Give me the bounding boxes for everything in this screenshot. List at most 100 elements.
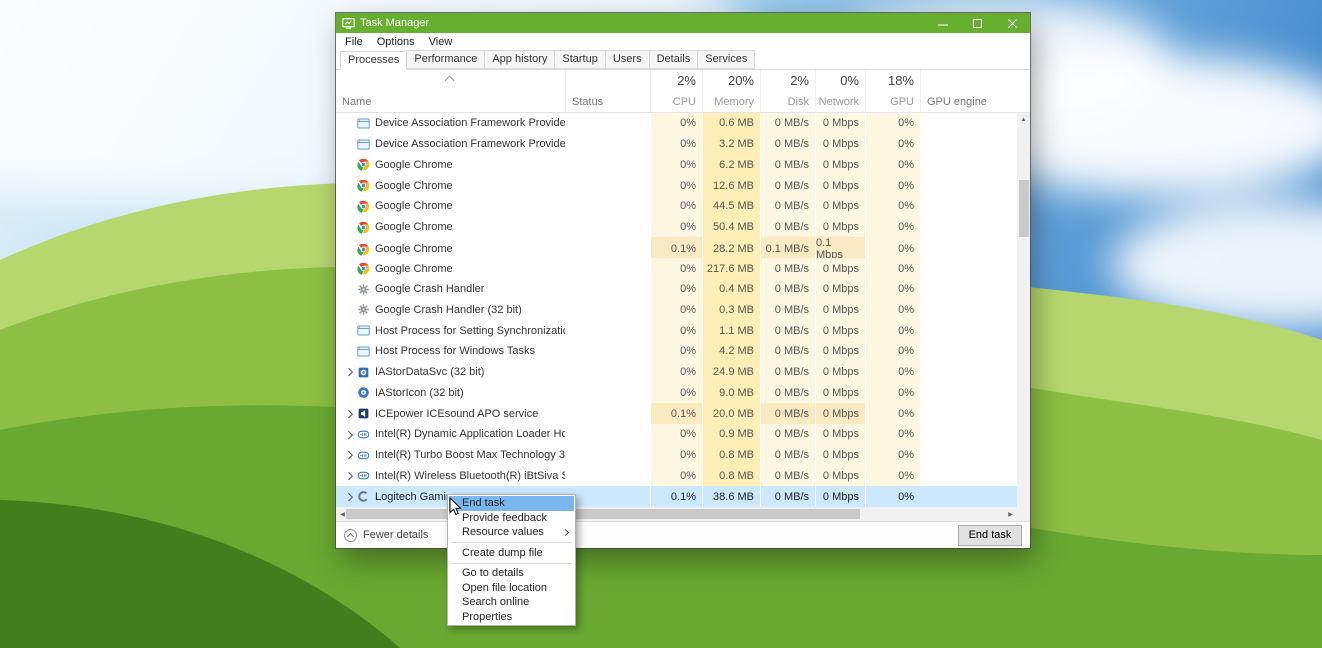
expand-chevron-icon[interactable]	[342, 465, 356, 486]
context-menu-item-go-to-details[interactable]: Go to details	[449, 566, 574, 581]
status-cell	[565, 320, 650, 341]
tab-strip: ProcessesPerformanceApp historyStartupUs…	[336, 51, 1030, 70]
context-menu-item-properties[interactable]: Properties	[449, 610, 574, 625]
context-menu-item-open-file-location[interactable]: Open file location	[449, 581, 574, 596]
context-menu-item-create-dump-file[interactable]: Create dump file	[449, 546, 574, 561]
table-row[interactable]: Google Chrome0%50.4 MB0 MB/s0 Mbps0%	[336, 217, 1017, 238]
memory-cell: 50.4 MB	[702, 217, 760, 238]
column-label-gpu: GPU	[890, 96, 914, 108]
table-row[interactable]: Host Process for Windows Tasks0%4.2 MB0 …	[336, 341, 1017, 362]
context-menu-item-resource-values[interactable]: Resource values	[449, 525, 574, 540]
table-row[interactable]: Host Process for Setting Synchronization…	[336, 320, 1017, 341]
fewer-details-label: Fewer details	[363, 529, 428, 541]
menu-item-label: End task	[462, 497, 505, 509]
table-row[interactable]: IAStorDataSvc (32 bit)0%24.9 MB0 MB/s0 M…	[336, 362, 1017, 383]
process-name: Intel(R) Dynamic Application Loader Host…	[375, 428, 565, 440]
expand-chevron-icon[interactable]	[342, 445, 356, 466]
network-cell: 0 Mbps	[815, 424, 865, 445]
column-header-cpu[interactable]: 2% CPU	[650, 70, 702, 112]
column-label-memory: Memory	[714, 96, 754, 108]
table-row[interactable]: IAStorIcon (32 bit)0%9.0 MB0 MB/s0 Mbps0…	[336, 383, 1017, 404]
gpu-cell: 0%	[865, 383, 920, 404]
table-row[interactable]: ICEpower ICEsound APO service0.1%20.0 MB…	[336, 403, 1017, 424]
vertical-scrollbar-thumb[interactable]	[1019, 180, 1029, 237]
gpu-engine-cell	[920, 424, 1017, 445]
column-header-memory[interactable]: 20% Memory	[702, 70, 760, 112]
scroll-right-icon[interactable]: ▶	[1004, 507, 1017, 521]
table-row[interactable]: Intel(R) Dynamic Application Loader Host…	[336, 424, 1017, 445]
gpu-cell: 0%	[865, 341, 920, 362]
status-cell	[565, 134, 650, 155]
gpu-cell: 0%	[865, 175, 920, 196]
minimize-button[interactable]	[925, 13, 960, 33]
tab-users[interactable]: Users	[605, 50, 650, 69]
scroll-up-icon[interactable]: ▲	[1017, 113, 1030, 126]
tab-services[interactable]: Services	[697, 50, 755, 69]
name-cell: Google Chrome	[336, 175, 565, 196]
table-row[interactable]: Device Association Framework Provider Ho…	[336, 134, 1017, 155]
gpu-engine-cell	[920, 465, 1017, 486]
process-name: Device Association Framework Provider Ho…	[375, 138, 565, 150]
name-cell: ICEpower ICEsound APO service	[336, 403, 565, 424]
tab-performance[interactable]: Performance	[406, 50, 485, 69]
table-row[interactable]: Logitech Gaming0.1%38.6 MB0 MB/s0 Mbps0%	[336, 486, 1017, 507]
gpu-engine-cell	[920, 320, 1017, 341]
table-row[interactable]: Google Chrome0%44.5 MB0 MB/s0 Mbps0%	[336, 196, 1017, 217]
table-row[interactable]: Device Association Framework Provider Ho…	[336, 113, 1017, 134]
status-cell	[565, 465, 650, 486]
column-header-name[interactable]: Name	[336, 70, 565, 112]
table-row[interactable]: Google Chrome0%12.6 MB0 MB/s0 Mbps0%	[336, 175, 1017, 196]
column-header-gpu-engine[interactable]: GPU engine	[920, 70, 1017, 112]
expand-chevron-icon[interactable]	[342, 486, 356, 507]
gpu-engine-cell	[920, 258, 1017, 279]
column-header-status[interactable]: Status	[565, 70, 650, 112]
intel-icon	[356, 469, 370, 483]
table-row[interactable]: Google Chrome0%6.2 MB0 MB/s0 Mbps0%	[336, 154, 1017, 175]
expand-chevron-icon[interactable]	[342, 403, 356, 424]
fewer-details-toggle[interactable]: Fewer details	[344, 529, 428, 542]
table-row[interactable]: Google Crash Handler (32 bit)0%0.3 MB0 M…	[336, 300, 1017, 321]
menu-view[interactable]: View	[422, 36, 460, 48]
table-row[interactable]: Google Chrome0.1%28.2 MB0.1 MB/s0.1 Mbps…	[336, 237, 1017, 258]
chrome-icon	[356, 199, 370, 213]
gpu-engine-cell	[920, 154, 1017, 175]
column-header-network[interactable]: 0% Network	[815, 70, 865, 112]
tab-processes[interactable]: Processes	[340, 51, 407, 70]
horizontal-scrollbar[interactable]: ◀ ▶	[336, 507, 1017, 521]
context-menu-item-end-task[interactable]: End task	[449, 496, 574, 511]
mouse-cursor	[446, 497, 464, 517]
process-name: Google Chrome	[375, 180, 453, 192]
table-row[interactable]: Google Chrome0%217.6 MB0 MB/s0 Mbps0%	[336, 258, 1017, 279]
menu-file[interactable]: File	[338, 36, 370, 48]
tab-startup[interactable]: Startup	[554, 50, 605, 69]
tab-app-history[interactable]: App history	[484, 50, 555, 69]
memory-cell: 6.2 MB	[702, 154, 760, 175]
gear-icon	[356, 303, 370, 317]
column-header-disk[interactable]: 2% Disk	[760, 70, 815, 112]
table-row[interactable]: Intel(R) Turbo Boost Max Technology 3.0 …	[336, 445, 1017, 466]
table-row[interactable]: Google Crash Handler0%0.4 MB0 MB/s0 Mbps…	[336, 279, 1017, 300]
expand-chevron-icon[interactable]	[342, 424, 356, 445]
vertical-scrollbar[interactable]: ▲ ▼	[1017, 113, 1030, 521]
menu-options[interactable]: Options	[370, 36, 422, 48]
gpu-cell: 0%	[865, 196, 920, 217]
maximize-button[interactable]	[960, 13, 995, 33]
context-menu-item-search-online[interactable]: Search online	[449, 595, 574, 610]
end-task-button[interactable]: End task	[958, 525, 1022, 546]
network-cell: 0 Mbps	[815, 445, 865, 466]
expand-chevron-icon[interactable]	[342, 362, 356, 383]
column-label-name: Name	[342, 96, 371, 108]
column-header-gpu[interactable]: 18% GPU	[865, 70, 920, 112]
name-cell: Device Association Framework Provider Ho…	[336, 113, 565, 134]
table-row[interactable]: Intel(R) Wireless Bluetooth(R) iBtSiva S…	[336, 465, 1017, 486]
horizontal-scrollbar-thumb[interactable]	[346, 509, 860, 519]
menu-item-label: Open file location	[462, 582, 547, 594]
titlebar[interactable]: Task Manager	[336, 13, 1030, 33]
intel-icon	[356, 427, 370, 441]
tab-details[interactable]: Details	[649, 50, 699, 69]
context-menu-item-provide-feedback[interactable]: Provide feedback	[449, 511, 574, 526]
network-cell: 0 Mbps	[815, 196, 865, 217]
process-name: Google Chrome	[375, 159, 453, 171]
disk-cell: 0 MB/s	[760, 196, 815, 217]
close-button[interactable]	[995, 13, 1030, 33]
